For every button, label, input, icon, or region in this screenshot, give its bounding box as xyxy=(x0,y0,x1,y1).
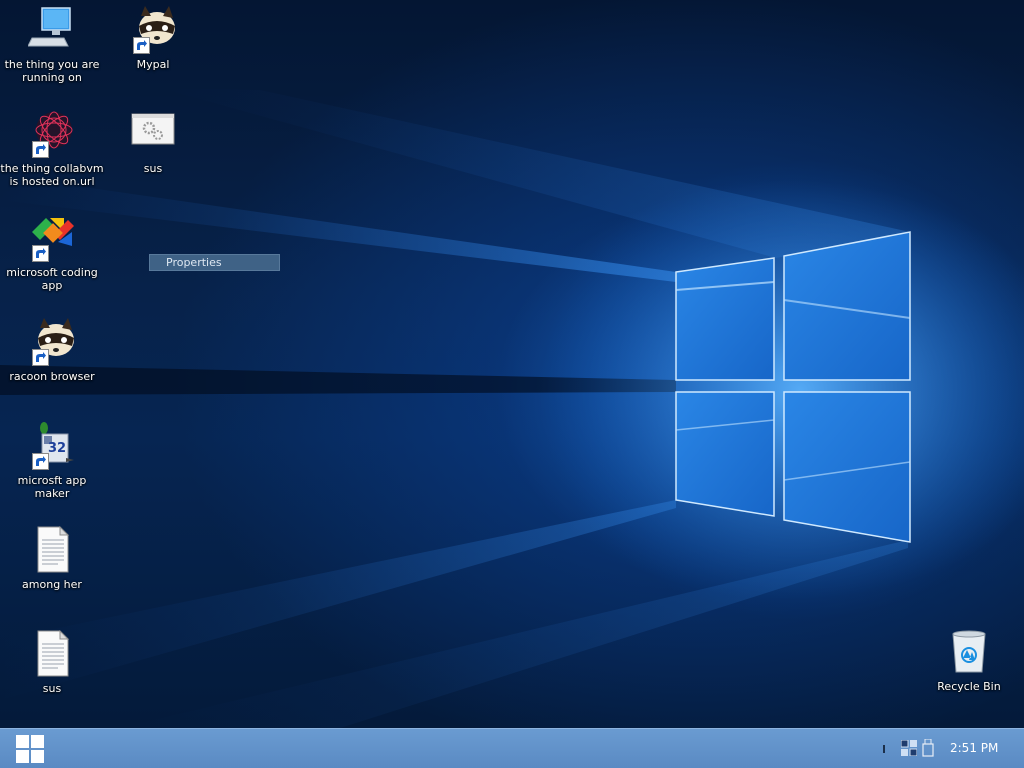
desktop-icon-label: Mypal xyxy=(136,58,170,71)
shortcut-arrow-icon xyxy=(32,453,49,470)
colorful-tools-icon xyxy=(28,214,76,262)
clock-time[interactable]: 2:51 PM xyxy=(950,741,998,755)
app-maker-icon: 32 xyxy=(28,422,76,470)
shortcut-arrow-icon xyxy=(133,37,150,54)
svg-text:32: 32 xyxy=(48,441,66,456)
desktop-icon-label: microsft app maker xyxy=(17,474,87,500)
desktop-icon-label: among her xyxy=(22,578,82,591)
desktop-icon-app-maker[interactable]: 32 microsft app maker xyxy=(0,422,104,500)
taskbar: 2:51 PM xyxy=(0,728,1024,768)
desktop-icon-label: the thing you are running on xyxy=(4,58,100,84)
desktop-icon-computer[interactable]: the thing you are running on xyxy=(0,6,104,84)
desktop-icon-label: the thing collabvm is hosted on.url xyxy=(0,162,104,188)
shortcut-arrow-icon xyxy=(32,349,49,366)
properties-menu-item[interactable]: Properties xyxy=(149,254,280,271)
usb-icon[interactable] xyxy=(922,738,934,757)
recycle-bin-icon xyxy=(945,628,993,676)
desktop-icon-label: racoon browser xyxy=(9,370,95,383)
text-document-icon xyxy=(28,629,76,678)
desktop-icon-label: microsoft coding app xyxy=(6,266,98,292)
desktop-icon-label: sus xyxy=(42,682,62,695)
desktop-icon-label: sus xyxy=(143,162,163,175)
globe-pattern-icon xyxy=(28,110,76,158)
shortcut-arrow-icon xyxy=(32,141,49,158)
start-button[interactable] xyxy=(0,729,60,768)
shortcut-arrow-icon xyxy=(32,245,49,262)
raccoon-icon xyxy=(28,318,76,366)
desktop-icon-among-her[interactable]: among her xyxy=(0,525,104,591)
tray-divider xyxy=(883,745,885,753)
raccoon-icon xyxy=(129,6,177,54)
desktop-icon-recycle-bin[interactable]: Recycle Bin xyxy=(917,628,1021,693)
desktop-icon-collabvm-url[interactable]: the thing collabvm is hosted on.url xyxy=(0,110,104,188)
network-icon[interactable] xyxy=(900,739,918,757)
text-document-icon xyxy=(28,525,76,574)
settings-window-icon xyxy=(129,110,177,158)
desktop-icon-sus-file[interactable]: sus xyxy=(0,629,104,695)
computer-icon xyxy=(27,6,76,54)
desktop[interactable]: the thing you are running on Mypal the t… xyxy=(0,0,1024,728)
desktop-icon-sus-app[interactable]: sus xyxy=(101,110,205,175)
windows-logo-icon xyxy=(16,734,44,763)
desktop-icon-label: Recycle Bin xyxy=(937,680,1001,693)
desktop-icon-racoon-browser[interactable]: racoon browser xyxy=(0,318,104,383)
desktop-icon-coding-app[interactable]: microsoft coding app xyxy=(0,214,104,292)
desktop-icon-mypal[interactable]: Mypal xyxy=(101,6,205,71)
